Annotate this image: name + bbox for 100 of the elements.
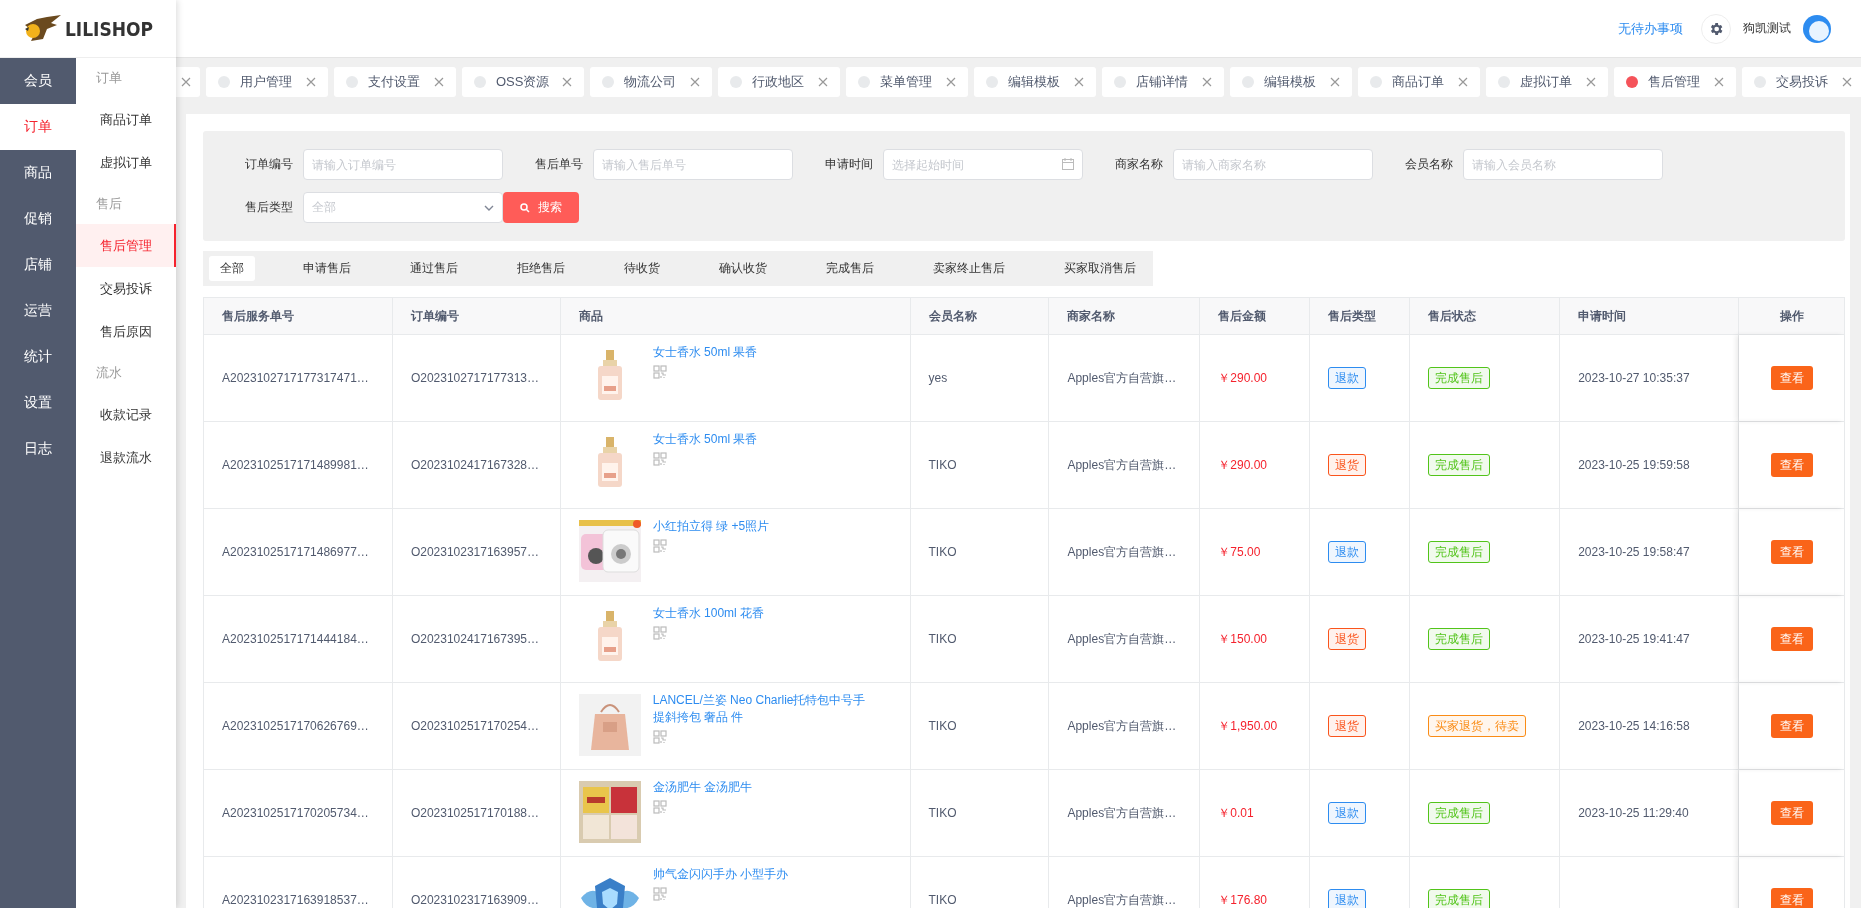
nav-item[interactable]: 店铺: [0, 242, 76, 288]
page-tab[interactable]: 商品订单: [1358, 67, 1480, 97]
status-tab[interactable]: 完成售后: [815, 256, 885, 281]
qr-code-icon[interactable]: [652, 626, 667, 640]
nav-item[interactable]: 订单: [0, 104, 76, 150]
avatar-icon[interactable]: [1803, 14, 1831, 43]
status-tab[interactable]: 卖家终止售后: [922, 256, 1016, 281]
qr-code-icon[interactable]: [652, 452, 667, 466]
status-tab[interactable]: 通过售后: [399, 256, 469, 281]
qr-code-icon[interactable]: [652, 887, 667, 901]
nav-item[interactable]: 促销: [0, 196, 76, 242]
submenu-item[interactable]: 退款流水: [76, 436, 176, 479]
submenu-item[interactable]: 交易投诉: [76, 267, 176, 310]
submenu-item[interactable]: 商品订单: [76, 98, 176, 141]
product-link[interactable]: 女士香水 50ml 果香: [652, 431, 758, 448]
close-icon[interactable]: [181, 77, 191, 87]
nav-item[interactable]: 运营: [0, 288, 76, 334]
close-icon[interactable]: [1842, 77, 1852, 87]
submenu-item[interactable]: 售后管理: [76, 224, 176, 267]
submenu-item[interactable]: 售后原因: [76, 310, 176, 353]
table-cell: 2023-10-25 19:58:47: [1560, 509, 1740, 595]
page-tab[interactable]: 编辑模板: [974, 67, 1096, 97]
table-cell: A2023102517170205734…: [204, 770, 393, 856]
close-icon[interactable]: [1458, 77, 1468, 87]
status-tag: 完成售后: [1428, 541, 1491, 563]
close-icon[interactable]: [1714, 77, 1724, 87]
close-icon[interactable]: [690, 77, 700, 87]
qr-code-icon[interactable]: [652, 365, 667, 379]
product-link[interactable]: LANCEL/兰姿 Neo Charlie托特包中号手提斜挎包 奢品 件: [652, 692, 873, 726]
page-tab[interactable]: 店铺详情: [1102, 67, 1224, 97]
filter-label: 售后单号: [534, 156, 583, 173]
column-header: 会员名称: [910, 298, 1050, 334]
table-cell: Apples官方自营旗…: [1049, 596, 1201, 682]
settings-button[interactable]: [1701, 13, 1731, 44]
qr-code-icon[interactable]: [652, 730, 667, 744]
table-cell: O2023102417167395…: [392, 596, 561, 682]
amount-cell: ￥75.00: [1200, 509, 1311, 595]
type-tag: 退货: [1328, 454, 1367, 476]
close-icon[interactable]: [818, 77, 828, 87]
type-tag: 退货: [1328, 628, 1367, 650]
product-link[interactable]: 帅气金闪闪手办 小型手办: [652, 866, 789, 883]
table-cell: TIKO: [910, 509, 1050, 595]
table-cell: A2023102317163918537…: [204, 857, 393, 908]
column-header: 售后金额: [1200, 298, 1311, 334]
type-tag: 退款: [1328, 367, 1367, 389]
column-header: 申请时间: [1560, 298, 1740, 334]
close-icon[interactable]: [1586, 77, 1596, 87]
table-cell: O2023102317163957…: [392, 509, 561, 595]
product-link[interactable]: 小红拍立得 绿 +5照片: [652, 518, 770, 535]
nav-item[interactable]: 日志: [0, 426, 76, 472]
table-cell: 2023-10-25 19:59:58: [1560, 422, 1740, 508]
close-icon[interactable]: [1074, 77, 1084, 87]
status-tab[interactable]: 拒绝售后: [506, 256, 576, 281]
amount-cell: ￥290.00: [1200, 335, 1311, 421]
close-icon[interactable]: [434, 77, 444, 87]
product-link[interactable]: 女士香水 50ml 果香: [652, 344, 758, 361]
amount-cell: ￥0.01: [1200, 770, 1311, 856]
submenu-group-label: 订单: [95, 69, 123, 87]
qr-code-icon[interactable]: [652, 539, 667, 553]
close-icon[interactable]: [1202, 77, 1212, 87]
status-tab[interactable]: 申请售后: [292, 256, 362, 281]
status-tab[interactable]: 买家取消售后: [1053, 256, 1147, 281]
nav-item[interactable]: 统计: [0, 334, 76, 380]
page-tab[interactable]: 交易投诉: [1742, 67, 1861, 97]
todo-link[interactable]: 无待办事项: [1618, 19, 1683, 38]
submenu-item[interactable]: 收款记录: [76, 393, 176, 436]
page-tab[interactable]: 行政地区: [718, 67, 840, 97]
table-cell: 2023-10-25 19:41:47: [1560, 596, 1740, 682]
page-tab[interactable]: 支付设置: [334, 67, 456, 97]
status-tab[interactable]: 待收货: [613, 256, 671, 281]
page-tab[interactable]: 售后管理: [1614, 67, 1736, 97]
table-cell: A2023102517170626769…: [204, 683, 393, 769]
table-cell: TIKO: [910, 770, 1050, 856]
close-icon[interactable]: [1330, 77, 1340, 87]
table-cell: O2023102717177313…: [392, 335, 561, 421]
product-link[interactable]: 女士香水 100ml 花香: [652, 605, 765, 622]
filter-label: 申请时间: [824, 156, 873, 173]
status-tab[interactable]: 确认收货: [708, 256, 778, 281]
page-tab[interactable]: 用户管理: [206, 67, 328, 97]
close-icon[interactable]: [306, 77, 316, 87]
page-tab[interactable]: 物流公司: [590, 67, 712, 97]
status-tag: 完成售后: [1428, 802, 1491, 824]
page-tab[interactable]: 虚拟订单: [1486, 67, 1608, 97]
page-tab[interactable]: [176, 67, 200, 97]
qr-code-icon[interactable]: [652, 800, 667, 814]
nav-item[interactable]: 商品: [0, 150, 76, 196]
table-cell: A2023102517171444184…: [204, 596, 393, 682]
page-tab[interactable]: 菜单管理: [846, 67, 968, 97]
nav-item[interactable]: 设置: [0, 380, 76, 426]
close-icon[interactable]: [946, 77, 956, 87]
page-tab[interactable]: OSS资源: [462, 67, 584, 97]
submenu-item[interactable]: 虚拟订单: [76, 141, 176, 184]
close-icon[interactable]: [562, 77, 572, 87]
filter-label: 商家名称: [1114, 156, 1163, 173]
column-header: 商家名称: [1049, 298, 1201, 334]
status-tab[interactable]: 全部: [209, 256, 255, 281]
column-header: 订单编号: [392, 298, 561, 334]
page-tab[interactable]: 编辑模板: [1230, 67, 1352, 97]
product-link[interactable]: 金汤肥牛 金汤肥牛: [652, 779, 753, 796]
nav-item[interactable]: 会员: [0, 58, 76, 104]
